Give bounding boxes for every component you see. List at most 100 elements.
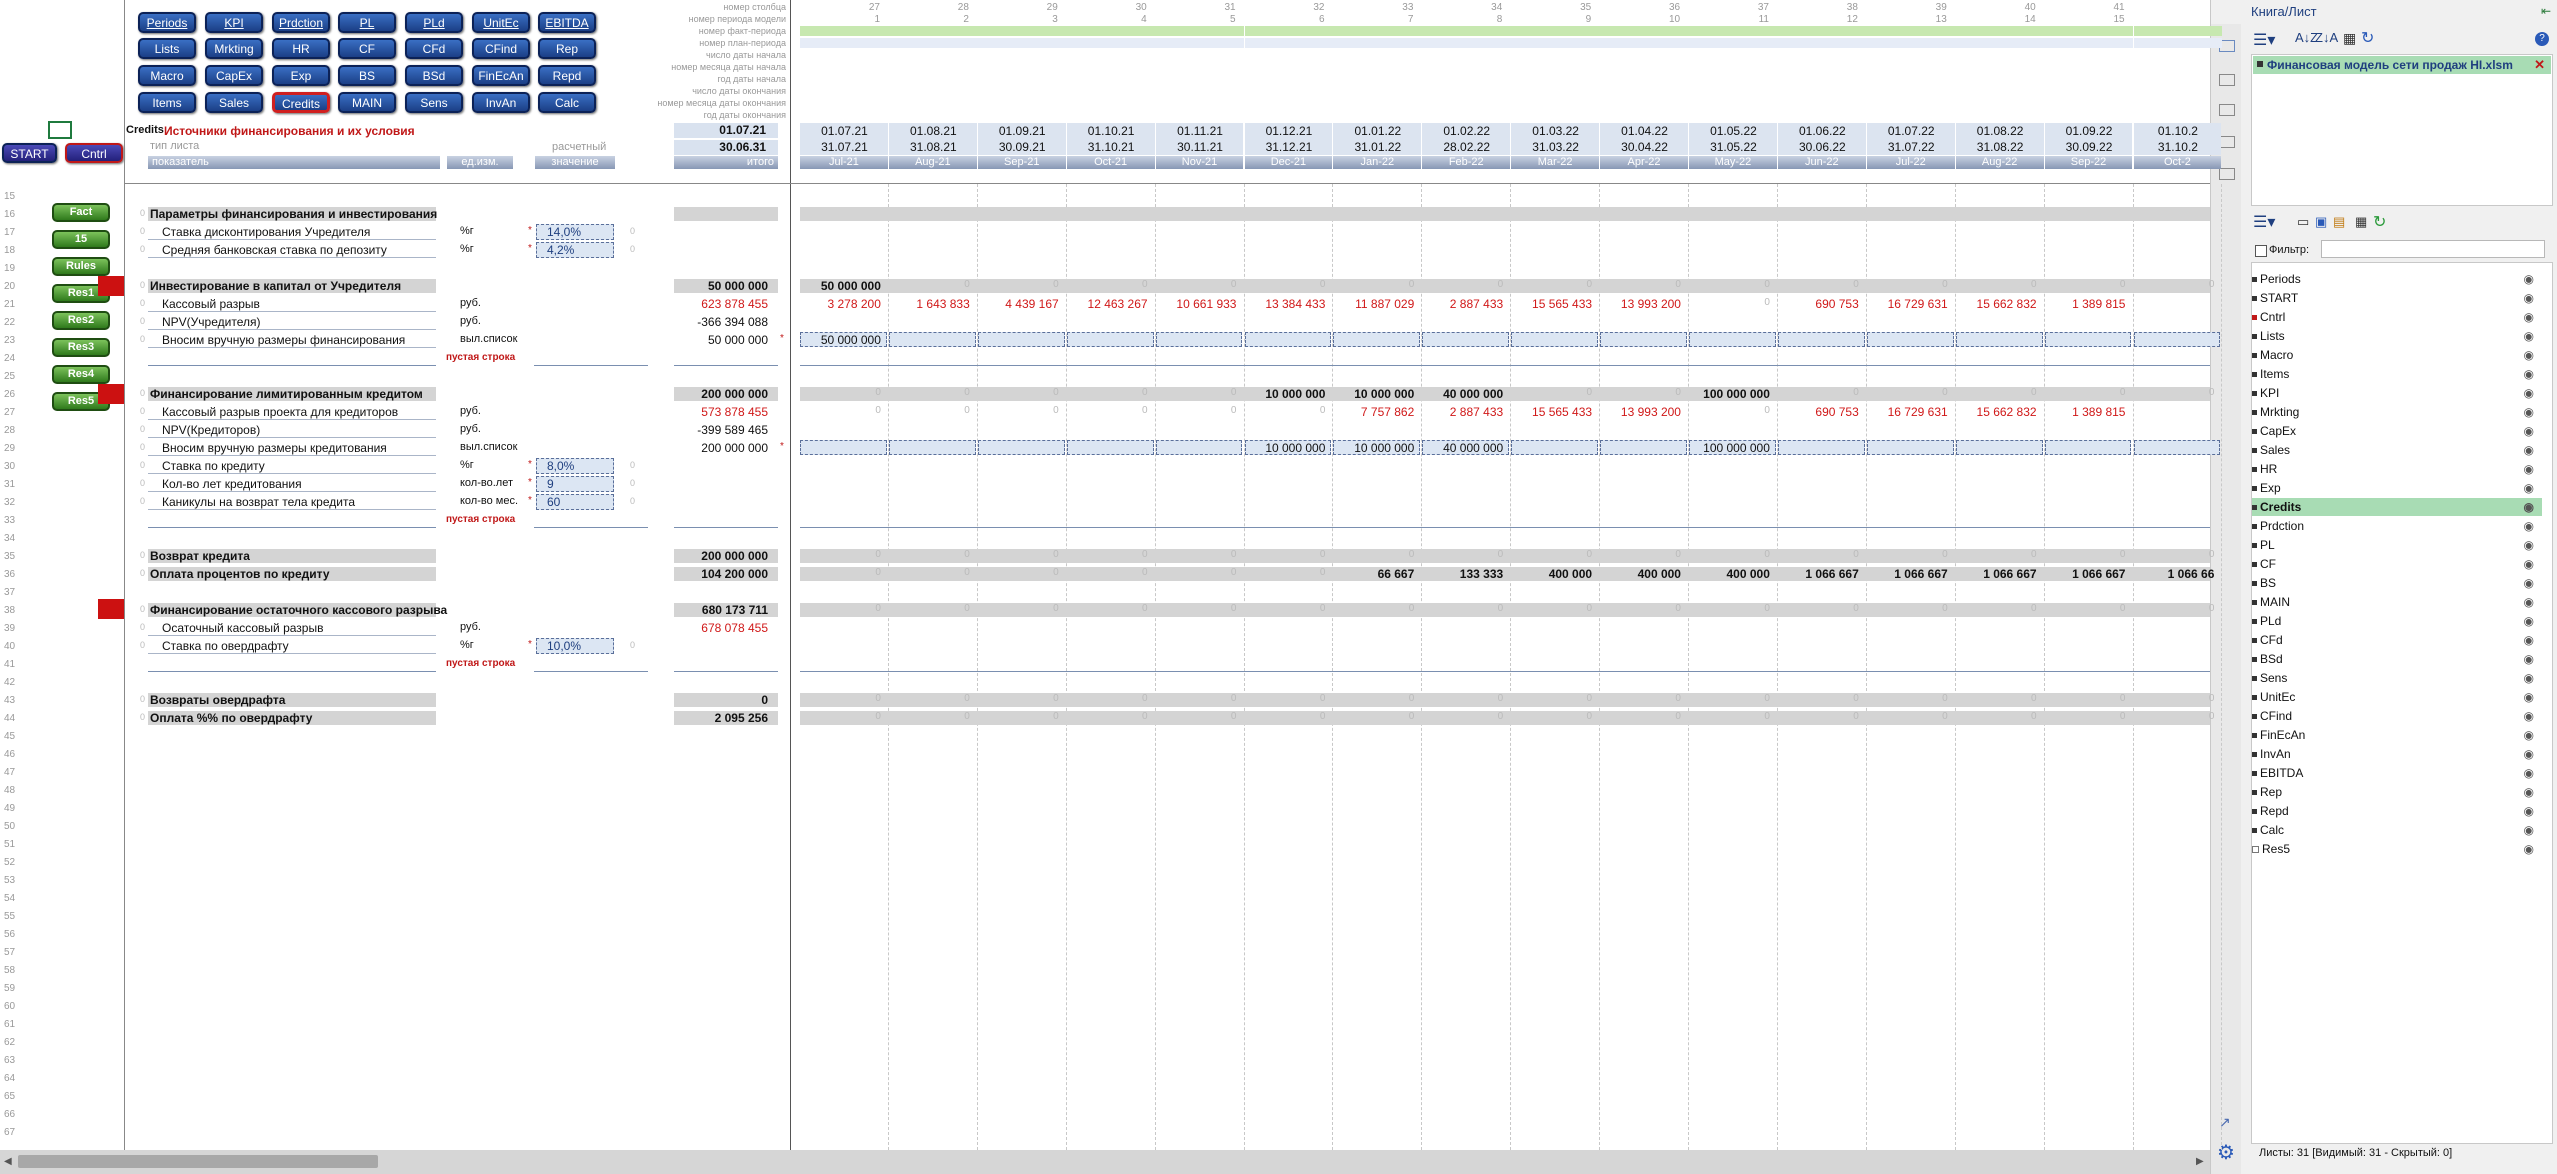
input-cell[interactable] [1155, 332, 1243, 347]
panel-strip-icon-3[interactable] [2219, 104, 2235, 116]
input-cell[interactable] [1777, 440, 1865, 455]
sheet-item-start[interactable]: START ◉ [2252, 289, 2542, 307]
nav-button-main[interactable]: MAIN [338, 92, 396, 113]
input-cell[interactable] [1511, 440, 1599, 455]
visibility-eye-icon[interactable]: ◉ [2524, 327, 2534, 345]
nav-button-sales[interactable]: Sales [205, 92, 263, 113]
sheet-item-res5[interactable]: Res5 ◉ [2252, 840, 2542, 858]
sort-desc-icon[interactable]: Z↓A [2315, 30, 2338, 45]
sheet-item-capex[interactable]: CapEx ◉ [2252, 422, 2542, 440]
visibility-eye-icon[interactable]: ◉ [2524, 745, 2534, 763]
visibility-eye-icon[interactable]: ◉ [2524, 802, 2534, 820]
sheet-item-items[interactable]: Items ◉ [2252, 365, 2542, 383]
input-cell[interactable] [1600, 440, 1687, 455]
visibility-eye-icon[interactable]: ◉ [2524, 707, 2534, 725]
visibility-eye-icon[interactable]: ◉ [2524, 460, 2534, 478]
close-icon[interactable]: ✕ [2534, 57, 2545, 73]
help-icon[interactable]: ? [2535, 32, 2549, 46]
nav-button-cf[interactable]: CF [338, 38, 396, 59]
input-cell[interactable] [1777, 332, 1865, 347]
visibility-eye-icon[interactable]: ◉ [2524, 555, 2534, 573]
sheet-item-sales[interactable]: Sales ◉ [2252, 441, 2542, 459]
input-cell[interactable] [888, 440, 976, 455]
visibility-eye-icon[interactable]: ◉ [2524, 441, 2534, 459]
visibility-eye-icon[interactable]: ◉ [2524, 346, 2534, 364]
filter-input[interactable] [2321, 240, 2545, 258]
nav-button-exp[interactable]: Exp [272, 65, 330, 86]
visibility-eye-icon[interactable]: ◉ [2524, 384, 2534, 402]
panel-pin-icon[interactable]: ⇤ [2541, 4, 2551, 18]
input-cell[interactable] [977, 440, 1065, 455]
side-button-rules[interactable]: Rules [52, 257, 110, 276]
input-cell[interactable] [1866, 440, 1954, 455]
sheet-item-ebitda[interactable]: EBITDA ◉ [2252, 764, 2542, 782]
sheet-tool-icon-2[interactable]: ▣ [2315, 214, 2327, 230]
nav-button-macro[interactable]: Macro [138, 65, 196, 86]
side-button-res2[interactable]: Res2 [52, 311, 110, 330]
sheet-item-bs[interactable]: BS ◉ [2252, 574, 2542, 592]
nav-button-kpi[interactable]: KPI [205, 12, 263, 33]
visibility-eye-icon[interactable]: ◉ [2524, 612, 2534, 630]
input-cell[interactable] [1155, 440, 1243, 455]
scroll-right-arrow-icon[interactable]: ▶ [2196, 1156, 2204, 1167]
param-input[interactable]: 10,0% [536, 638, 614, 654]
param-input[interactable]: 14,0% [536, 224, 614, 240]
visibility-eye-icon[interactable]: ◉ [2524, 783, 2534, 801]
visibility-eye-icon[interactable]: ◉ [2524, 669, 2534, 687]
visibility-eye-icon[interactable]: ◉ [2524, 764, 2534, 782]
input-cell[interactable] [2133, 440, 2221, 455]
param-input[interactable]: 8,0% [536, 458, 614, 474]
visibility-eye-icon[interactable]: ◉ [2524, 479, 2534, 497]
nav-button-bs[interactable]: BS [338, 65, 396, 86]
input-cell[interactable] [800, 440, 887, 455]
visibility-eye-icon[interactable]: ◉ [2524, 650, 2534, 668]
settings-gear-icon[interactable]: ⚙ [2217, 1140, 2235, 1165]
sheet-item-bsd[interactable]: BSd ◉ [2252, 650, 2542, 668]
input-cell[interactable] [1955, 332, 2043, 347]
visibility-eye-icon[interactable]: ◉ [2524, 270, 2534, 288]
cntrl-button[interactable]: Cntrl [65, 143, 123, 163]
sheet-item-pl[interactable]: PL ◉ [2252, 536, 2542, 554]
input-cell[interactable] [1866, 332, 1954, 347]
input-cell[interactable] [1511, 332, 1599, 347]
sheet-list-view-icon[interactable]: ☰▾ [2253, 212, 2275, 232]
visibility-eye-icon[interactable]: ◉ [2524, 536, 2534, 554]
sheet-item-finecan[interactable]: FinEcAn ◉ [2252, 726, 2542, 744]
sheet-item-cntrl[interactable]: Cntrl ◉ [2252, 308, 2542, 326]
sheet-item-calc[interactable]: Calc ◉ [2252, 821, 2542, 839]
visibility-eye-icon[interactable]: ◉ [2524, 726, 2534, 744]
list-view-icon[interactable]: ☰▾ [2253, 30, 2275, 50]
nav-button-finecan[interactable]: FinEcAn [472, 65, 530, 86]
sheet-item-rep[interactable]: Rep ◉ [2252, 783, 2542, 801]
visibility-eye-icon[interactable]: ◉ [2524, 365, 2534, 383]
sheet-item-invan[interactable]: InvAn ◉ [2252, 745, 2542, 763]
side-button-res4[interactable]: Res4 [52, 365, 110, 384]
nav-button-items[interactable]: Items [138, 92, 196, 113]
input-cell[interactable] [1689, 332, 1776, 347]
filter-checkbox[interactable] [2255, 245, 2267, 257]
nav-button-capex[interactable]: CapEx [205, 65, 263, 86]
nav-button-pl[interactable]: PL [338, 12, 396, 33]
param-input[interactable]: 60 [536, 494, 614, 510]
sheet-item-cfind[interactable]: CFind ◉ [2252, 707, 2542, 725]
sheet-item-mrkting[interactable]: Mrkting ◉ [2252, 403, 2542, 421]
nav-button-cfind[interactable]: CFind [472, 38, 530, 59]
sheet-tool-icon-3[interactable]: ▤ [2333, 214, 2345, 230]
sheet-item-kpi[interactable]: KPI ◉ [2252, 384, 2542, 402]
scroll-left-arrow-icon[interactable]: ◀ [4, 1156, 12, 1167]
visibility-eye-icon[interactable]: ◉ [2524, 422, 2534, 440]
sheet-item-cfd[interactable]: CFd ◉ [2252, 631, 2542, 649]
input-cell[interactable] [1244, 332, 1332, 347]
visibility-eye-icon[interactable]: ◉ [2524, 308, 2534, 326]
sheet-item-exp[interactable]: Exp ◉ [2252, 479, 2542, 497]
sheet-item-lists[interactable]: Lists ◉ [2252, 327, 2542, 345]
nav-button-mrkting[interactable]: Mrkting [205, 38, 263, 59]
input-cell[interactable] [2044, 332, 2132, 347]
visibility-eye-icon[interactable]: ◉ [2524, 403, 2534, 421]
visibility-eye-icon[interactable]: ◉ [2524, 289, 2534, 307]
param-input[interactable]: 4,2% [536, 242, 614, 258]
nav-button-hr[interactable]: HR [272, 38, 330, 59]
workbook-item[interactable]: Финансовая модель сети продаж HI.xlsm ✕ [2253, 56, 2551, 74]
visibility-eye-icon[interactable]: ◉ [2524, 498, 2534, 516]
visibility-eye-icon[interactable]: ◉ [2524, 631, 2534, 649]
